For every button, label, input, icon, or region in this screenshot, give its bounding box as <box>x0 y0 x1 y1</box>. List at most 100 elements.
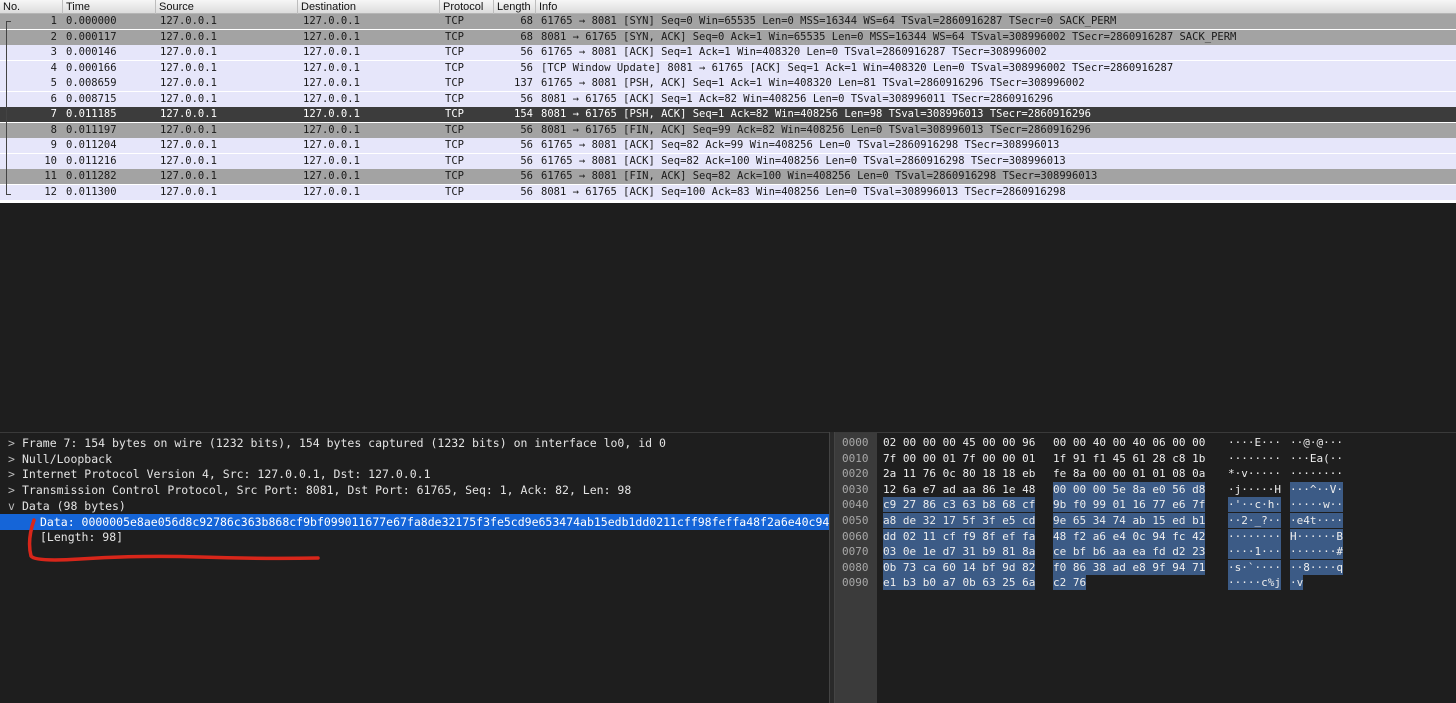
packet-info: 61765 → 8081 [ACK] Seq=82 Ack=100 Win=40… <box>541 154 1066 167</box>
column-header-protocol[interactable]: Protocol <box>440 0 494 14</box>
hex-bytes: 02 00 00 00 45 00 00 96 <box>883 436 1036 449</box>
detail-tree-label: Frame 7: 154 bytes on wire (1232 bits), … <box>22 436 666 450</box>
hex-bytes: e1 b3 b0 a7 0b 63 25 6a <box>883 575 1036 591</box>
packet-row[interactable]: 1 0.000000 127.0.0.1 127.0.0.1 TCP 68 61765 → … <box>0 14 1456 29</box>
packet-row[interactable]: 10 0.011216 127.0.0.1 127.0.0.1 TCP 56 61765 →… <box>0 153 1456 169</box>
packet-source: 127.0.0.1 <box>160 61 217 74</box>
ascii-bytes: ····1··· <box>1228 544 1281 560</box>
hex-bytes: 00 00 00 5e 8a e0 56 d8 <box>1053 481 1206 497</box>
packet-row[interactable]: 2 0.000117 127.0.0.1 127.0.0.1 TCP 68 8081 → 6… <box>0 29 1456 45</box>
packet-destination: 127.0.0.1 <box>303 61 360 74</box>
packet-protocol: TCP <box>445 92 464 105</box>
packet-source: 127.0.0.1 <box>160 30 217 43</box>
packet-destination: 127.0.0.1 <box>303 77 360 89</box>
ascii-bytes: ········ <box>1228 528 1281 544</box>
detail-tree-item[interactable]: > Null/Loopback <box>0 451 829 467</box>
hex-bytes: 2a 11 76 0c 80 18 18 eb <box>883 467 1036 481</box>
detail-tree-item[interactable]: Data: 0000005e8ae056d8c92786c363b868cf9b… <box>0 513 829 530</box>
packet-destination: 127.0.0.1 <box>303 154 360 167</box>
hex-offset: 0030 <box>842 482 869 496</box>
packet-length: 56 <box>520 139 533 151</box>
collapsed-arrow-icon[interactable]: > <box>8 466 18 482</box>
hex-offset: 0000 <box>842 436 869 449</box>
detail-tree-label: Transmission Control Protocol, Src Port:… <box>22 483 632 498</box>
packet-info: 61765 → 8081 [SYN] Seq=0 Win=65535 Len=0… <box>541 15 1117 27</box>
packet-time: 0.011300 <box>66 185 117 198</box>
packet-info: 8081 → 61765 [PSH, ACK] Seq=1 Ack=82 Win… <box>541 108 1091 120</box>
packet-destination: 127.0.0.1 <box>303 92 360 105</box>
column-header-destination[interactable]: Destination <box>298 0 440 14</box>
packet-time: 0.011197 <box>66 123 117 136</box>
packet-info: 8081 → 61765 [ACK] Seq=100 Ack=83 Win=40… <box>541 185 1066 198</box>
collapsed-arrow-icon[interactable]: > <box>8 482 18 498</box>
collapsed-arrow-icon[interactable]: > <box>8 451 18 467</box>
packet-source: 127.0.0.1 <box>160 185 217 198</box>
ascii-bytes: ·j·····H <box>1228 482 1281 496</box>
hex-bytes: 0b 73 ca 60 14 bf 9d 82 <box>883 559 1036 575</box>
expanded-arrow-icon[interactable]: v <box>8 498 18 514</box>
hex-bytes: c9 27 86 c3 63 b8 68 cf <box>883 497 1036 513</box>
collapsed-arrow-icon[interactable]: > <box>8 435 18 451</box>
packet-info: [TCP Window Update] 8081 → 61765 [ACK] S… <box>541 61 1174 74</box>
packet-time: 0.008659 <box>66 77 117 89</box>
packet-length: 56 <box>520 185 533 198</box>
packet-source: 127.0.0.1 <box>160 46 217 58</box>
detail-tree-item[interactable]: > Internet Protocol Version 4, Src: 127.0… <box>0 466 829 482</box>
column-header-info[interactable]: Info <box>536 0 1456 14</box>
packet-protocol: TCP <box>445 123 464 136</box>
ascii-bytes: ··2·_?·· <box>1228 513 1281 528</box>
packet-length: 154 <box>514 108 533 120</box>
column-header-time[interactable]: Time <box>63 0 156 14</box>
packet-source: 127.0.0.1 <box>160 139 217 151</box>
packet-protocol: TCP <box>445 139 464 151</box>
packet-info: 8081 → 61765 [FIN, ACK] Seq=99 Ack=82 Wi… <box>541 123 1091 136</box>
hex-bytes: 48 f2 a6 e4 0c 94 fc 42 <box>1053 528 1206 544</box>
packet-source: 127.0.0.1 <box>160 92 217 105</box>
detail-tree-item[interactable]: > Frame 7: 154 bytes on wire (1232 bits),… <box>0 435 829 451</box>
packet-length: 56 <box>520 154 533 167</box>
column-header-no[interactable]: No. <box>0 0 63 14</box>
packet-row[interactable]: 5 0.008659 127.0.0.1 127.0.0.1 TCP 137 61765 →… <box>0 76 1456 91</box>
detail-tree-item[interactable]: > Transmission Control Protocol, Src Port… <box>0 482 829 498</box>
packet-destination: 127.0.0.1 <box>303 139 360 151</box>
detail-tree-item[interactable]: [Length: 98] <box>0 529 829 545</box>
packet-row[interactable]: 9 0.011204 127.0.0.1 127.0.0.1 TCP 56 61765 → … <box>0 138 1456 153</box>
packet-time: 0.000146 <box>66 46 117 58</box>
packet-row[interactable]: 11 0.011282 127.0.0.1 127.0.0.1 TCP 56 61765 →… <box>0 169 1456 184</box>
detail-tree-label: Internet Protocol Version 4, Src: 127.0.… <box>22 467 431 482</box>
packet-row[interactable]: 3 0.000146 127.0.0.1 127.0.0.1 TCP 56 61765 → … <box>0 45 1456 60</box>
packet-protocol: TCP <box>445 15 464 27</box>
ascii-bytes: ·s·`···· <box>1228 559 1281 575</box>
detail-tree-label: [Length: 98] <box>40 530 124 545</box>
packet-time: 0.000166 <box>66 61 117 74</box>
ascii-bytes: ········ <box>1290 467 1343 481</box>
ascii-bytes: ·'··c·h· <box>1228 497 1281 513</box>
ascii-bytes: ········ <box>1228 451 1281 465</box>
packet-destination: 127.0.0.1 <box>303 30 360 43</box>
conversation-bracket <box>6 21 11 195</box>
packet-protocol: TCP <box>445 77 464 89</box>
packet-length: 56 <box>520 61 533 74</box>
packet-length: 56 <box>520 123 533 136</box>
packet-row[interactable]: 7 0.011185 127.0.0.1 127.0.0.1 TCP 154 8081 → … <box>0 107 1456 122</box>
packet-row[interactable]: 4 0.000166 127.0.0.1 127.0.0.1 TCP 56 [TCP Win… <box>0 60 1456 76</box>
packet-info: 61765 → 8081 [FIN, ACK] Seq=82 Ack=100 W… <box>541 170 1098 182</box>
packet-length: 56 <box>520 92 533 105</box>
packet-row[interactable]: 12 0.011300 127.0.0.1 127.0.0.1 TCP 56 8081 → … <box>0 184 1456 200</box>
detail-tree-label: Data: 0000005e8ae056d8c92786c363b868cf9b… <box>40 514 829 529</box>
packet-source: 127.0.0.1 <box>160 123 217 136</box>
ascii-bytes: ·····c%j <box>1228 575 1281 591</box>
packet-info: 8081 → 61765 [SYN, ACK] Seq=0 Ack=1 Win=… <box>541 30 1237 43</box>
column-header-source[interactable]: Source <box>156 0 298 14</box>
packet-protocol: TCP <box>445 30 464 43</box>
packet-protocol: TCP <box>445 46 464 58</box>
packet-destination: 127.0.0.1 <box>303 123 360 136</box>
packet-row[interactable]: 6 0.008715 127.0.0.1 127.0.0.1 TCP 56 8081 → 6… <box>0 91 1456 107</box>
packet-info: 61765 → 8081 [ACK] Seq=1 Ack=1 Win=40832… <box>541 46 1047 58</box>
packet-protocol: TCP <box>445 170 464 182</box>
column-header-length[interactable]: Length <box>494 0 536 14</box>
detail-tree-item[interactable]: v Data (98 bytes) <box>0 498 829 514</box>
packet-time: 0.011204 <box>66 139 117 151</box>
packet-row[interactable]: 8 0.011197 127.0.0.1 127.0.0.1 TCP 56 8081 → 6… <box>0 122 1456 138</box>
hex-bytes: 12 6a e7 ad aa 86 1e 48 <box>883 482 1036 496</box>
